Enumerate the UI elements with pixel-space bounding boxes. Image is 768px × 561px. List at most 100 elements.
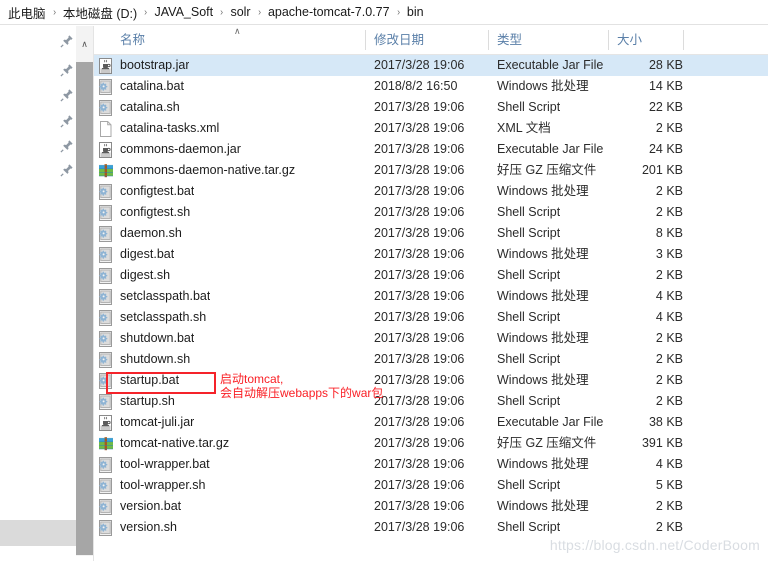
table-row[interactable]: configtest.bat 2017/3/28 19:06 Windows 批处理…	[94, 181, 768, 202]
cell-type: Shell Script	[497, 394, 561, 408]
pin-icon[interactable]	[60, 114, 74, 128]
cell-name: tool-wrapper.sh	[120, 478, 206, 492]
column-header-row[interactable]: 名称 ∧ 修改日期 类型 大小	[94, 26, 768, 55]
bat-file-icon	[98, 289, 114, 305]
table-row[interactable]: shutdown.bat 2017/3/28 19:06 Windows 批处理 2 …	[94, 328, 768, 349]
jar-file-icon	[98, 142, 114, 158]
column-divider[interactable]	[683, 30, 684, 50]
cell-date: 2017/3/28 19:06	[374, 436, 465, 450]
cell-type: Shell Script	[497, 352, 561, 366]
vertical-scrollbar[interactable]: ∧	[76, 26, 93, 556]
table-row[interactable]: setclasspath.bat 2017/3/28 19:06 Windows 批…	[94, 286, 768, 307]
pin-icon[interactable]	[60, 139, 74, 153]
table-row[interactable]: version.bat 2017/3/28 19:06 Windows 批处理 2 K…	[94, 496, 768, 517]
cell-name: setclasspath.sh	[120, 310, 207, 324]
cell-name: shutdown.sh	[120, 352, 191, 366]
table-row[interactable]: startup.sh 2017/3/28 19:06 Shell Script 2 K…	[94, 391, 768, 412]
cell-type: Windows 批处理	[497, 289, 589, 303]
nav-selected-item[interactable]	[0, 520, 76, 546]
table-row[interactable]: daemon.sh 2017/3/28 19:06 Shell Script 8 KB	[94, 223, 768, 244]
breadcrumb-item[interactable]: 此电脑	[8, 3, 46, 22]
cell-name: shutdown.bat	[120, 331, 195, 345]
table-row[interactable]: shutdown.sh 2017/3/28 19:06 Shell Script 2 …	[94, 349, 768, 370]
cell-name: tomcat-native.tar.gz	[120, 436, 230, 450]
table-row[interactable]: startup.bat 2017/3/28 19:06 Windows 批处理 2 K…	[94, 370, 768, 391]
column-header-date-modified[interactable]: 修改日期	[374, 26, 424, 54]
cell-date: 2017/3/28 19:06	[374, 163, 465, 177]
cell-size: 2 KB	[655, 520, 683, 534]
table-row[interactable]: configtest.sh 2017/3/28 19:06 Shell Script…	[94, 202, 768, 223]
table-row[interactable]: bootstrap.jar 2017/3/28 19:06 Executable J…	[94, 55, 768, 76]
bat-file-icon	[98, 352, 114, 368]
column-header-size[interactable]: 大小	[617, 26, 642, 54]
pin-icon[interactable]	[60, 88, 74, 102]
cell-type: Windows 批处理	[497, 331, 589, 345]
cell-date: 2017/3/28 19:06	[374, 121, 465, 135]
cell-type: Shell Script	[497, 205, 561, 219]
column-divider[interactable]	[488, 30, 489, 50]
cell-size: 8 KB	[655, 226, 683, 240]
breadcrumb[interactable]: 此电脑 › 本地磁盘 (D:) › JAVA_Soft › solr › apache-tomc…	[0, 0, 768, 25]
breadcrumb-item[interactable]: JAVA_Soft	[155, 5, 214, 19]
column-header-type[interactable]: 类型	[497, 26, 522, 54]
breadcrumb-item[interactable]: 本地磁盘 (D:)	[63, 3, 137, 22]
cell-size: 2 KB	[655, 352, 683, 366]
table-row[interactable]: tool-wrapper.bat 2017/3/28 19:06 Windows 批…	[94, 454, 768, 475]
table-row[interactable]: digest.sh 2017/3/28 19:06 Shell Script 2 KB	[94, 265, 768, 286]
table-row[interactable]: tomcat-juli.jar 2017/3/28 19:06 Executable…	[94, 412, 768, 433]
table-row[interactable]: tool-wrapper.sh 2017/3/28 19:06 Shell Scri…	[94, 475, 768, 496]
cell-date: 2017/3/28 19:06	[374, 310, 465, 324]
bat-file-icon	[98, 79, 114, 95]
column-divider[interactable]	[365, 30, 366, 50]
cell-type: Windows 批处理	[497, 457, 589, 471]
cell-name: catalina-tasks.xml	[120, 121, 220, 135]
table-row[interactable]: commons-daemon.jar 2017/3/28 19:06 Executa…	[94, 139, 768, 160]
breadcrumb-separator: ›	[52, 6, 56, 18]
breadcrumb-item[interactable]: apache-tomcat-7.0.77	[268, 5, 390, 19]
column-divider[interactable]	[608, 30, 609, 50]
cell-name: version.sh	[120, 520, 177, 534]
navigation-pane[interactable]	[0, 26, 76, 561]
table-row[interactable]: catalina-tasks.xml 2017/3/28 19:06 XML 文档 2…	[94, 118, 768, 139]
cell-type: Executable Jar File	[497, 415, 604, 429]
pin-icon[interactable]	[60, 163, 74, 177]
table-row[interactable]: digest.bat 2017/3/28 19:06 Windows 批处理 3 KB	[94, 244, 768, 265]
cell-name: catalina.bat	[120, 79, 184, 93]
file-list-view[interactable]: 名称 ∧ 修改日期 类型 大小 bootstrap.jar 2017/3/28 1…	[94, 26, 768, 561]
bat-file-icon	[98, 499, 114, 515]
cell-size: 3 KB	[655, 247, 683, 261]
breadcrumb-separator: ›	[396, 6, 400, 18]
table-row[interactable]: version.sh 2017/3/28 19:06 Shell Script 2 K…	[94, 517, 768, 538]
bat-file-icon	[98, 205, 114, 221]
table-row[interactable]: catalina.sh 2017/3/28 19:06 Shell Script 22…	[94, 97, 768, 118]
archive-file-icon	[98, 436, 114, 452]
scroll-up-icon[interactable]: ∧	[76, 26, 93, 62]
table-row[interactable]: tomcat-native.tar.gz 2017/3/28 19:06 好压 GZ…	[94, 433, 768, 454]
table-row[interactable]: commons-daemon-native.tar.gz 2017/3/28 19…	[94, 160, 768, 181]
cell-date: 2017/3/28 19:06	[374, 289, 465, 303]
pin-icon[interactable]	[60, 63, 74, 77]
cell-date: 2017/3/28 19:06	[374, 58, 465, 72]
cell-name: tomcat-juli.jar	[120, 415, 195, 429]
breadcrumb-separator: ›	[144, 6, 148, 18]
cell-size: 28 KB	[648, 58, 683, 72]
cell-size: 4 KB	[655, 289, 683, 303]
scrollbar-thumb[interactable]	[76, 62, 93, 555]
cell-date: 2017/3/28 19:06	[374, 184, 465, 198]
table-row[interactable]: catalina.bat 2018/8/2 16:50 Windows 批处理 14 …	[94, 76, 768, 97]
pin-icon[interactable]	[60, 34, 74, 48]
breadcrumb-item[interactable]: bin	[407, 5, 424, 19]
cell-type: Windows 批处理	[497, 247, 589, 261]
xml-file-icon	[98, 121, 114, 137]
breadcrumb-item[interactable]: solr	[230, 5, 250, 19]
cell-type: Shell Script	[497, 226, 561, 240]
cell-name: digest.bat	[120, 247, 175, 261]
bat-file-icon	[98, 457, 114, 473]
bat-file-icon	[98, 268, 114, 284]
cell-type: Executable Jar File	[497, 142, 604, 156]
file-rows-container[interactable]: bootstrap.jar 2017/3/28 19:06 Executable J…	[94, 55, 768, 538]
table-row[interactable]: setclasspath.sh 2017/3/28 19:06 Shell Scri…	[94, 307, 768, 328]
cell-date: 2017/3/28 19:06	[374, 478, 465, 492]
column-header-name[interactable]: 名称	[120, 26, 145, 54]
bat-file-icon	[98, 331, 114, 347]
